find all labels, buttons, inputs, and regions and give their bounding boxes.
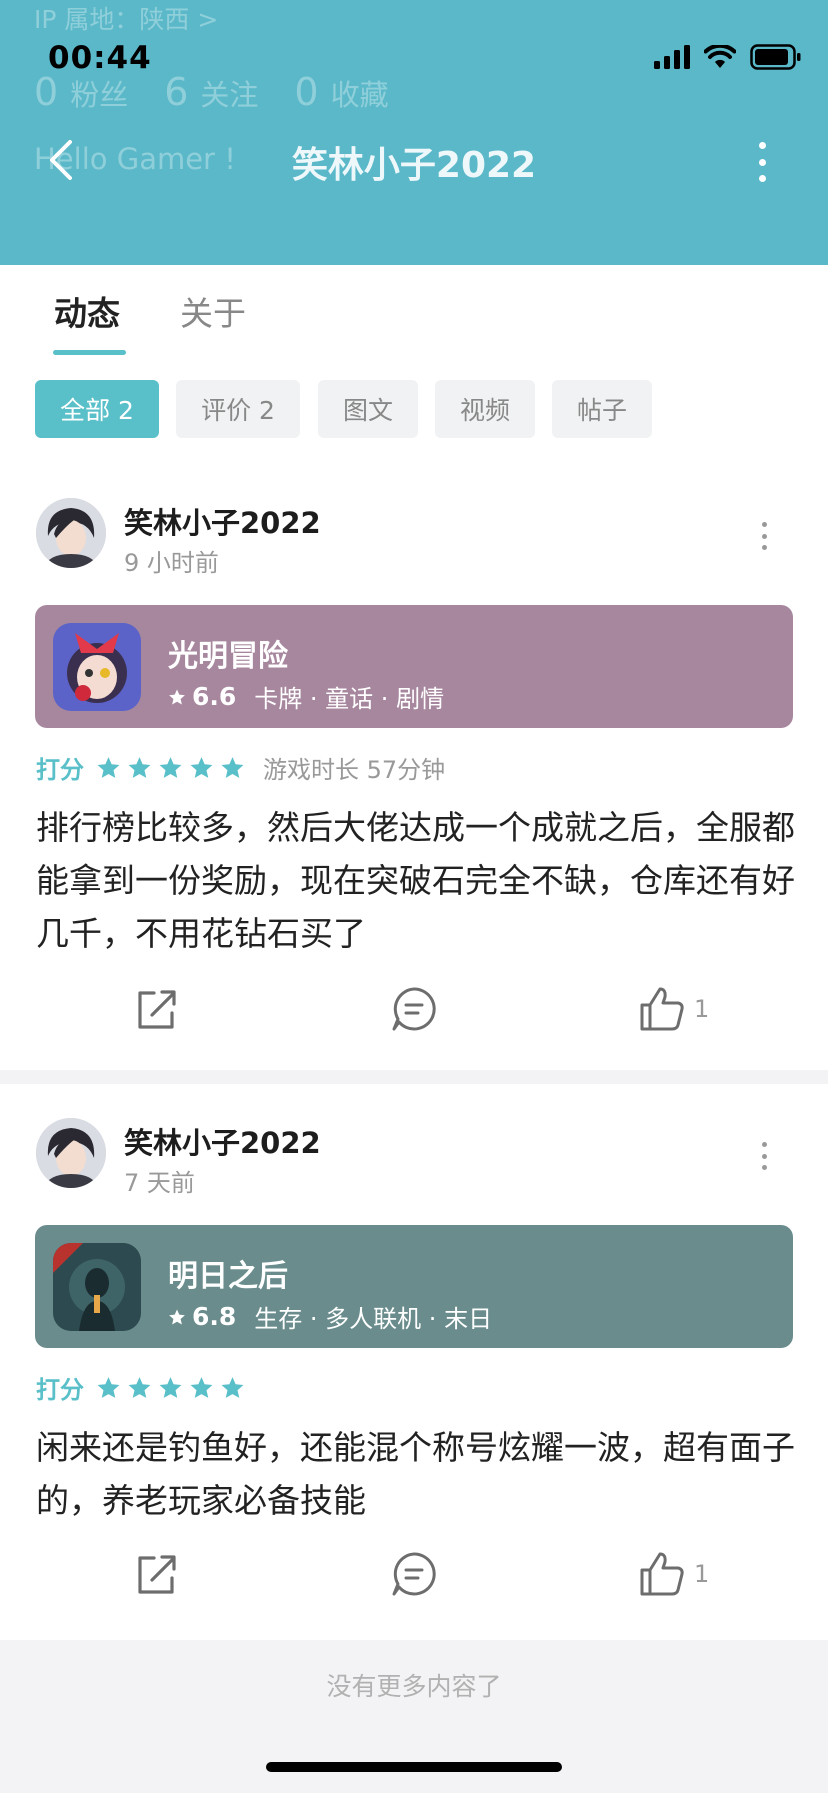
star-icon (169, 689, 185, 704)
filter-chips: 全部 2 评价 2 图文 视频 帖子 (0, 380, 828, 438)
game-card[interactable]: 明日之后 6.8 生存 · 多人联机 · 末日 (35, 1225, 793, 1348)
post-time: 9 小时前 (124, 549, 219, 577)
star-icon (221, 1377, 244, 1398)
filter-image-text[interactable]: 图文 (318, 380, 418, 438)
game-score: 6.6 (192, 682, 237, 711)
filter-video[interactable]: 视频 (435, 380, 535, 438)
filter-reviews[interactable]: 评价 2 (176, 380, 300, 438)
rating-stars (96, 755, 245, 780)
profile-stats: 0 粉丝 6 关注 0 收藏 (34, 70, 425, 114)
comment-icon (392, 987, 436, 1031)
star-icon (128, 1377, 151, 1398)
game-icon (53, 1243, 141, 1331)
filter-posts[interactable]: 帖子 (552, 380, 652, 438)
tab-bar: 动态 关于 (0, 265, 828, 360)
rating-stars (96, 1375, 245, 1400)
filter-all[interactable]: 全部 2 (35, 380, 159, 438)
rating-row: 打分 游戏时长 57分钟 (36, 750, 445, 785)
battery-icon (750, 44, 801, 70)
rating-row: 打分 (36, 1370, 263, 1405)
favorites-label: 收藏 (330, 78, 389, 112)
star-icon (159, 757, 182, 778)
post-divider (0, 1070, 828, 1084)
avatar[interactable] (36, 1118, 106, 1188)
post-more-icon[interactable] (760, 522, 768, 550)
post-actions: 1 (0, 985, 828, 1041)
star-icon (97, 1377, 120, 1398)
star-icon (159, 1377, 182, 1398)
comment-button[interactable] (390, 1550, 438, 1598)
review-text[interactable]: 排行榜比较多，然后大佬达成一个成就之后，全服都能拿到一份奖励，现在突破石完全不缺… (36, 801, 796, 960)
following-label: 关注 (200, 78, 259, 112)
playtime: 游戏时长 57分钟 (263, 756, 446, 784)
share-button[interactable] (132, 985, 180, 1033)
star-icon (190, 757, 213, 778)
status-icons (654, 44, 802, 70)
post-username[interactable]: 笑林小子2022 (124, 500, 321, 542)
star-icon (128, 757, 151, 778)
game-tags: 卡牌 · 童话 · 剧情 (254, 685, 445, 713)
rating-label: 打分 (36, 756, 84, 784)
comment-icon (392, 1552, 436, 1596)
share-icon (138, 1555, 176, 1594)
post-time: 7 天前 (124, 1169, 195, 1197)
star-icon (169, 1309, 185, 1324)
followers-count: 0 (34, 70, 59, 114)
star-icon (221, 757, 244, 778)
game-name: 明日之后 (168, 1259, 288, 1294)
rating-label: 打分 (36, 1376, 84, 1404)
post-more-icon[interactable] (760, 1142, 768, 1170)
thumbs-up-icon (640, 987, 684, 1031)
share-button[interactable] (132, 1550, 180, 1598)
post-actions: 1 (0, 1550, 828, 1606)
page-title: 笑林小子2022 (291, 145, 537, 186)
like-button[interactable]: 1 (638, 1550, 709, 1598)
ip-location: IP 属地：陕西 > (34, 5, 219, 34)
tab-indicator (53, 350, 126, 355)
thumbs-up-icon (640, 1552, 684, 1596)
game-meta: 6.6 卡牌 · 童话 · 剧情 (168, 679, 444, 714)
share-icon (138, 990, 176, 1029)
tab-about[interactable]: 关于 (180, 287, 246, 335)
game-name: 光明冒险 (168, 639, 288, 674)
review-text[interactable]: 闲来还是钓鱼好，还能混个称号炫耀一波，超有面子的，养老玩家必备技能 (36, 1421, 796, 1527)
tab-activity[interactable]: 动态 (54, 287, 120, 335)
signal-icon (654, 45, 690, 69)
more-options-icon[interactable] (756, 142, 768, 182)
game-tags: 生存 · 多人联机 · 末日 (254, 1305, 493, 1333)
game-score: 6.8 (192, 1302, 237, 1331)
home-indicator[interactable] (266, 1762, 562, 1772)
favorites-count: 0 (294, 70, 319, 114)
no-more-content: 没有更多内容了 (326, 1672, 502, 1701)
following-count: 6 (164, 70, 189, 114)
like-count: 1 (694, 1560, 710, 1588)
star-icon (97, 757, 120, 778)
wifi-icon (704, 45, 736, 68)
star-icon (190, 1377, 213, 1398)
game-meta: 6.8 生存 · 多人联机 · 末日 (168, 1299, 492, 1334)
comment-button[interactable] (390, 985, 438, 1033)
followers-label: 粉丝 (70, 78, 129, 112)
profile-header: IP 属地：陕西 > 0 粉丝 6 关注 0 收藏 Hello Gamer ! … (0, 0, 828, 265)
game-card[interactable]: 光明冒险 6.6 卡牌 · 童话 · 剧情 (35, 605, 793, 728)
avatar[interactable] (36, 498, 106, 568)
like-count: 1 (694, 995, 710, 1023)
post-username[interactable]: 笑林小子2022 (124, 1120, 321, 1162)
status-time: 00:44 (48, 40, 152, 76)
like-button[interactable]: 1 (638, 985, 709, 1033)
game-icon (53, 623, 141, 711)
